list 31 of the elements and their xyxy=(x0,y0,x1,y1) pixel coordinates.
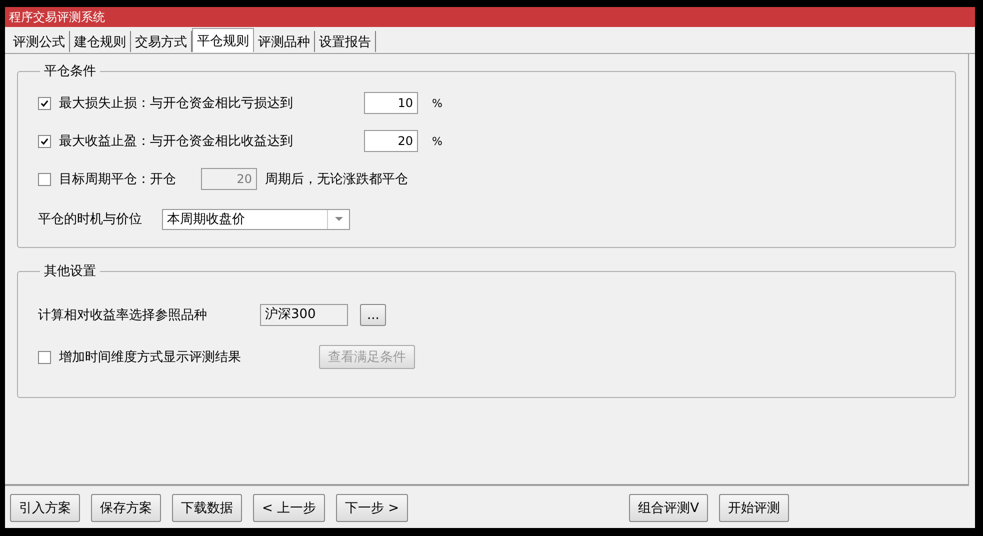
number-field[interactable]: 10 xyxy=(364,92,418,114)
footer-button[interactable]: 组合评测V xyxy=(629,494,708,522)
checkbox-label: 增加时间维度方式显示评测结果 xyxy=(59,349,242,366)
field-suffix: 周期后，无论涨跌都平仓 xyxy=(265,171,408,188)
group-title: 平仓条件 xyxy=(43,63,97,80)
checkbox[interactable] xyxy=(38,172,51,186)
footer-button[interactable]: 引入方案 xyxy=(10,494,80,522)
field-label: 计算相对收益率选择参照品种 xyxy=(38,307,208,324)
checkbox-label: 最大收益止盈：与开仓资金相比收益达到 xyxy=(59,133,294,150)
checkbox-label: 最大损失止损：与开仓资金相比亏损达到 xyxy=(59,95,294,112)
percent-sign: % xyxy=(432,134,442,148)
footer-button[interactable]: 下一步 > xyxy=(336,494,408,522)
reference-field[interactable]: 沪深300 xyxy=(260,304,348,326)
group-title: 其他设置 xyxy=(43,263,97,280)
field-label: 平仓的时机与价位 xyxy=(38,211,142,228)
footer-button[interactable]: 保存方案 xyxy=(91,494,161,522)
footer-button[interactable]: 开始评测 xyxy=(719,494,789,522)
checkbox-label: 目标周期平仓：开仓 xyxy=(59,171,176,188)
browse-button[interactable]: ... xyxy=(360,304,386,326)
dropdown[interactable]: 本周期收盘价 xyxy=(162,208,350,230)
footer-button[interactable]: < 上一步 xyxy=(253,494,326,522)
window-title: 程序交易评测系统 xyxy=(9,8,105,26)
checkbox[interactable] xyxy=(38,96,51,110)
number-field[interactable]: 20 xyxy=(364,130,418,152)
tab[interactable]: 平仓规则 xyxy=(192,28,254,52)
checkbox[interactable] xyxy=(38,134,51,148)
caret-icon xyxy=(334,217,342,221)
number-field[interactable]: 20 xyxy=(201,168,257,190)
checkbox[interactable] xyxy=(38,350,51,364)
percent-sign: % xyxy=(432,96,442,110)
footer-button[interactable]: 下载数据 xyxy=(172,494,242,522)
